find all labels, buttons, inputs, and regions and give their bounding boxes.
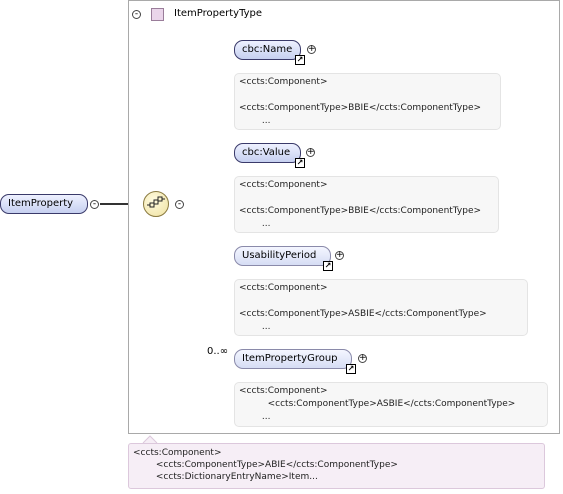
doc-annotation-item-property-group: <ccts:Component> <ccts:ComponentType>ASB… <box>234 382 548 427</box>
sequence-compositor[interactable] <box>143 191 169 217</box>
element-node-item-property-group[interactable]: ItemPropertyGroup <box>234 349 352 369</box>
expand-cbc-name-toggle[interactable]: + <box>307 45 316 54</box>
reference-arrow-icon: ↗ <box>295 158 305 168</box>
doc-annotation-cbc-name: <ccts:Component> <ccts:ComponentType>BBI… <box>234 73 501 130</box>
collapse-type-toggle[interactable]: - <box>132 10 141 19</box>
doc-annotation-cbc-value: <ccts:Component> <ccts:ComponentType>BBI… <box>234 176 499 233</box>
doc-annotation-usability-period: <ccts:Component> <ccts:ComponentType>ASB… <box>234 279 528 336</box>
expand-cbc-value-toggle[interactable]: + <box>306 148 315 157</box>
element-node-cbc-name[interactable]: cbc:Name <box>234 40 301 60</box>
reference-arrow-icon: ↗ <box>323 261 333 271</box>
sequence-icon <box>147 196 165 208</box>
root-collapse-toggle[interactable]: - <box>90 200 99 209</box>
sequence-collapse-toggle[interactable]: - <box>175 200 184 209</box>
occurrence-label: 0..∞ <box>207 346 229 357</box>
expand-usability-period-toggle[interactable]: + <box>335 251 344 260</box>
reference-arrow-icon: ↗ <box>295 55 305 65</box>
complex-type-icon <box>151 8 164 21</box>
expand-item-property-group-toggle[interactable]: + <box>358 354 367 363</box>
root-doc-annotation: <ccts:Component> <ccts:ComponentType>ABI… <box>128 443 545 489</box>
element-node-cbc-value[interactable]: cbc:Value <box>234 143 301 163</box>
root-element-node[interactable]: ItemProperty <box>0 194 88 214</box>
reference-arrow-icon: ↗ <box>346 364 356 374</box>
root-doc-pointer <box>142 435 158 444</box>
element-node-usability-period[interactable]: UsabilityPeriod <box>234 246 331 266</box>
complex-type-title: ItemPropertyType <box>174 8 263 19</box>
